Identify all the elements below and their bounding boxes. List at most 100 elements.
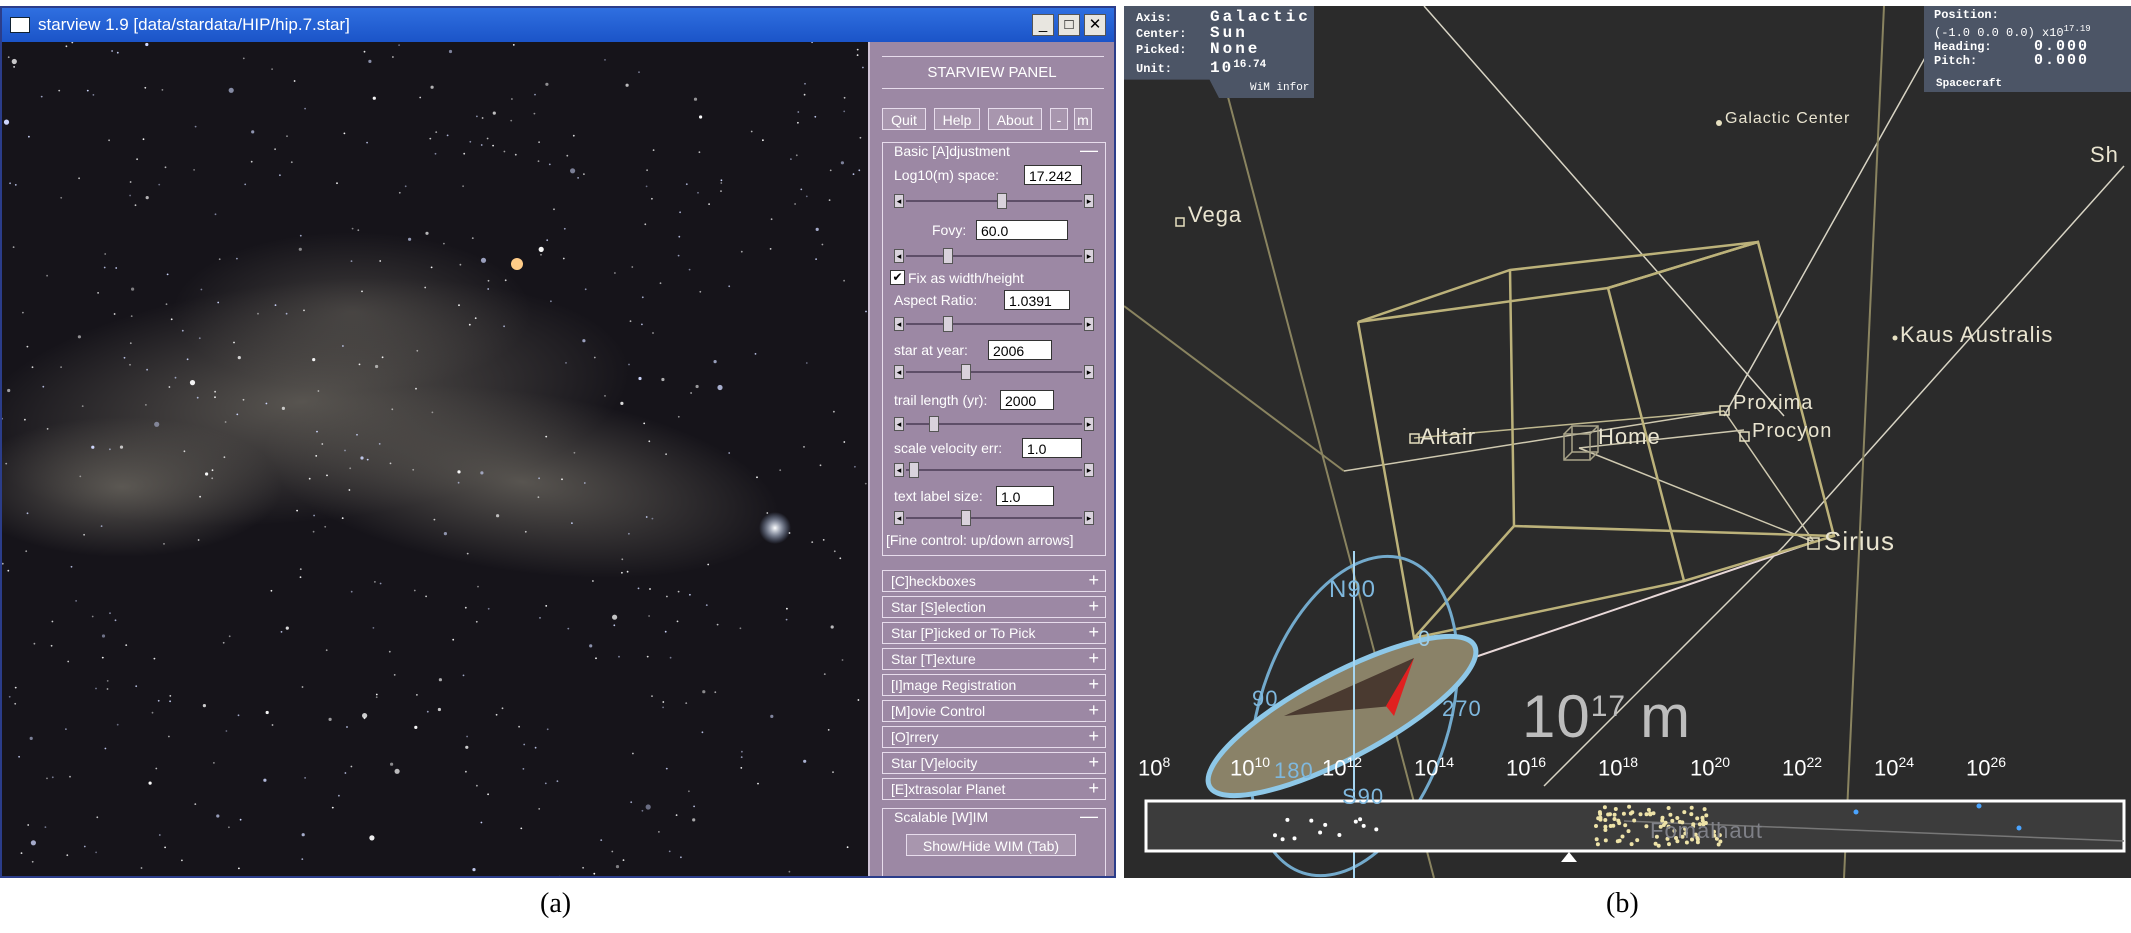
expand-sign[interactable]: + <box>1088 726 1099 747</box>
group-6[interactable]: [O]rrery + <box>882 726 1106 748</box>
textsize-input[interactable]: 1.0 <box>996 486 1054 506</box>
scale-slider-marker[interactable] <box>1561 852 1577 862</box>
fomalhaut-label[interactable]: Fomalhaut <box>1650 818 1763 844</box>
window-title-bar[interactable]: starview 1.9 [data/stardata/HIP/hip.7.st… <box>2 8 1114 42</box>
fovy-slider[interactable]: ◂ ▸ <box>894 248 1094 264</box>
star-point <box>274 148 276 151</box>
log10-slider[interactable]: ◂ ▸ <box>894 193 1094 209</box>
hud-spacecraft-panel: Position: (-1.0 0.0 0.0) x1017.19 Headin… <box>1924 6 2131 92</box>
wim-star-dot <box>1337 833 1342 837</box>
sirius-label[interactable]: Sirius <box>1824 526 1895 557</box>
wim-star-dot <box>1602 805 1607 810</box>
star-point <box>458 304 460 307</box>
star-point <box>312 530 315 533</box>
beam-line <box>1433 541 1815 672</box>
trail-slider[interactable]: ◂ ▸ <box>894 416 1094 432</box>
velocity-input[interactable]: 1.0 <box>1022 438 1082 458</box>
star-point <box>592 580 594 582</box>
beam-line <box>1343 410 1725 472</box>
star-point <box>556 780 559 783</box>
expand-sign[interactable]: + <box>1088 700 1099 721</box>
home-label[interactable]: Home <box>1598 424 1661 450</box>
star-point <box>225 730 228 732</box>
sh-label[interactable]: Sh <box>2090 142 2119 168</box>
group-8[interactable]: [E]xtrasolar Planet + <box>882 778 1106 800</box>
wim-star-dot <box>1603 818 1608 822</box>
star-point <box>545 435 548 438</box>
maximize-button[interactable]: □ <box>1058 14 1080 36</box>
group-1[interactable]: Star [S]election + <box>882 596 1106 618</box>
aspect-input[interactable]: 1.0391 <box>1004 290 1070 310</box>
group-4[interactable]: [I]mage Registration + <box>882 674 1106 696</box>
star-point <box>487 288 490 290</box>
star-point <box>644 223 647 226</box>
star-point <box>615 865 620 869</box>
velocity-slider[interactable]: ◂ ▸ <box>894 462 1094 478</box>
close-button[interactable]: ✕ <box>1084 14 1106 36</box>
log10-input[interactable]: 17.242 <box>1024 165 1082 185</box>
wim-3d-view[interactable]: Axis: Galactic Center: Sun Picked: None Uni… <box>1124 6 2131 878</box>
expand-sign[interactable]: + <box>1088 752 1099 773</box>
expand-sign[interactable]: + <box>1088 674 1099 695</box>
star-point <box>425 595 427 598</box>
vega-label[interactable]: Vega <box>1188 202 1242 228</box>
help-button[interactable]: Help <box>934 108 980 130</box>
pitch-value: 0.000 <box>2034 52 2090 69</box>
show-hide-wim-button[interactable]: Show/Hide WIM (Tab) <box>906 834 1076 856</box>
minimize-button[interactable]: _ <box>1032 14 1054 36</box>
star-point <box>828 199 831 202</box>
star-point <box>629 320 632 323</box>
galactic-center-label[interactable]: Galactic Center <box>1725 110 1850 128</box>
star-point <box>194 803 197 805</box>
wim-group-label[interactable]: Scalable [W]IM <box>894 809 988 825</box>
bright-star <box>759 512 791 544</box>
wim-star-dot <box>1644 812 1649 817</box>
trail-input[interactable]: 2000 <box>1000 390 1054 410</box>
minus-button[interactable]: - <box>1050 108 1068 130</box>
star-point <box>495 713 498 716</box>
expand-sign[interactable]: + <box>1088 596 1099 617</box>
expand-sign[interactable]: + <box>1088 570 1099 591</box>
expand-sign[interactable]: + <box>1088 622 1099 643</box>
vega-marker[interactable] <box>1175 217 1185 227</box>
fix-checkbox[interactable]: ✔ <box>890 270 905 285</box>
scale-tick: 1022 <box>1782 754 1822 781</box>
expand-sign[interactable]: + <box>1088 778 1099 799</box>
textsize-slider[interactable]: ◂ ▸ <box>894 510 1094 526</box>
group-0[interactable]: [C]heckboxes + <box>882 570 1106 592</box>
compass-270: 270 <box>1442 696 1482 721</box>
group-7[interactable]: Star [V]elocity + <box>882 752 1106 774</box>
m-button[interactable]: m <box>1074 108 1092 130</box>
star-point <box>116 51 119 54</box>
altair-label[interactable]: Altair <box>1420 424 1476 450</box>
year-input[interactable]: 2006 <box>988 340 1052 360</box>
wim-star-dot <box>1292 836 1297 841</box>
group-5[interactable]: [M]ovie Control + <box>882 700 1106 722</box>
quit-button[interactable]: Quit <box>882 108 926 130</box>
proxima-label[interactable]: Proxima <box>1733 392 1813 415</box>
star-point <box>589 644 593 648</box>
wim-scale-strip[interactable] <box>1144 799 2126 853</box>
star-point <box>7 56 10 59</box>
star-point <box>3 119 10 125</box>
kaus-australis-marker[interactable] <box>1892 335 1898 341</box>
collapse-sign[interactable]: — <box>1080 140 1098 161</box>
wim-star-dot <box>1280 837 1285 842</box>
basic-adjustment-label[interactable]: Basic [A]djustment <box>894 143 1010 159</box>
year-slider[interactable]: ◂ ▸ <box>894 364 1094 380</box>
star-point <box>754 353 757 355</box>
about-button[interactable]: About <box>988 108 1042 130</box>
star-point <box>649 588 651 590</box>
group-3[interactable]: Star [T]exture + <box>882 648 1106 670</box>
kaus-australis-label[interactable]: Kaus Australis <box>1900 322 2053 348</box>
scale-tick-base: 10 <box>1874 755 1899 781</box>
expand-sign[interactable]: + <box>1088 648 1099 669</box>
fovy-input[interactable]: 60.0 <box>976 220 1068 240</box>
star-point <box>92 94 95 96</box>
star-field-view[interactable] <box>2 42 868 876</box>
group-2[interactable]: Star [P]icked or To Pick + <box>882 622 1106 644</box>
collapse-sign[interactable]: — <box>1080 806 1098 827</box>
galactic-center-marker[interactable] <box>1716 120 1722 126</box>
procyon-label[interactable]: Procyon <box>1752 420 1832 443</box>
aspect-slider[interactable]: ◂ ▸ <box>894 316 1094 332</box>
